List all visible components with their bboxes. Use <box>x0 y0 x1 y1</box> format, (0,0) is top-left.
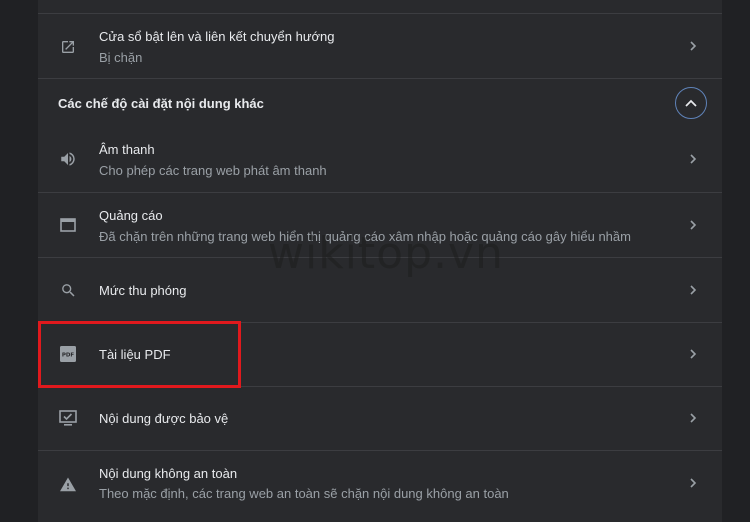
chevron-right-icon <box>688 41 698 51</box>
chevron-right-icon <box>688 349 698 359</box>
chevron-right-icon <box>688 285 698 295</box>
row-title: Mức thu phóng <box>99 283 187 298</box>
row-title: Quảng cáo <box>99 208 163 223</box>
row-title: Nội dung không an toàn <box>99 466 238 481</box>
row-subtitle: Theo mặc định, các trang web an toàn sẽ … <box>99 486 509 501</box>
divider <box>38 78 722 79</box>
window-icon <box>59 216 77 234</box>
volume-icon <box>59 150 77 168</box>
row-subtitle: Cho phép các trang web phát âm thanh <box>99 163 327 178</box>
chevron-right-icon <box>688 478 698 488</box>
collapse-section-button[interactable] <box>675 87 707 119</box>
row-title: Nội dung được bảo vệ <box>99 411 229 426</box>
row-popups-redirects[interactable]: Cửa sổ bật lên và liên kết chuyển hướng … <box>38 14 722 78</box>
chevron-right-icon <box>688 413 698 423</box>
row-sound[interactable]: Âm thanh Cho phép các trang web phát âm … <box>38 127 722 191</box>
section-header: Các chế độ cài đặt nội dung khác <box>58 96 264 111</box>
chevron-right-icon <box>688 154 698 164</box>
protected-content-icon <box>59 409 77 427</box>
row-title: Âm thanh <box>99 142 155 157</box>
highlight-box <box>38 321 241 388</box>
chevron-up-icon <box>685 94 697 112</box>
row-insecure-content[interactable]: Nội dung không an toàn Theo mặc định, cá… <box>38 451 722 517</box>
row-protected-content[interactable]: Nội dung được bảo vệ <box>38 387 722 450</box>
row-title: Cửa sổ bật lên và liên kết chuyển hướng <box>99 29 335 44</box>
row-subtitle: Bị chặn <box>99 50 143 65</box>
watermark-text: wikitop.vn <box>268 228 504 279</box>
settings-page: Cửa sổ bật lên và liên kết chuyển hướng … <box>0 0 750 522</box>
warning-icon <box>59 475 77 493</box>
search-icon <box>59 281 77 299</box>
chevron-right-icon <box>688 220 698 230</box>
open-in-new-icon <box>59 38 77 56</box>
